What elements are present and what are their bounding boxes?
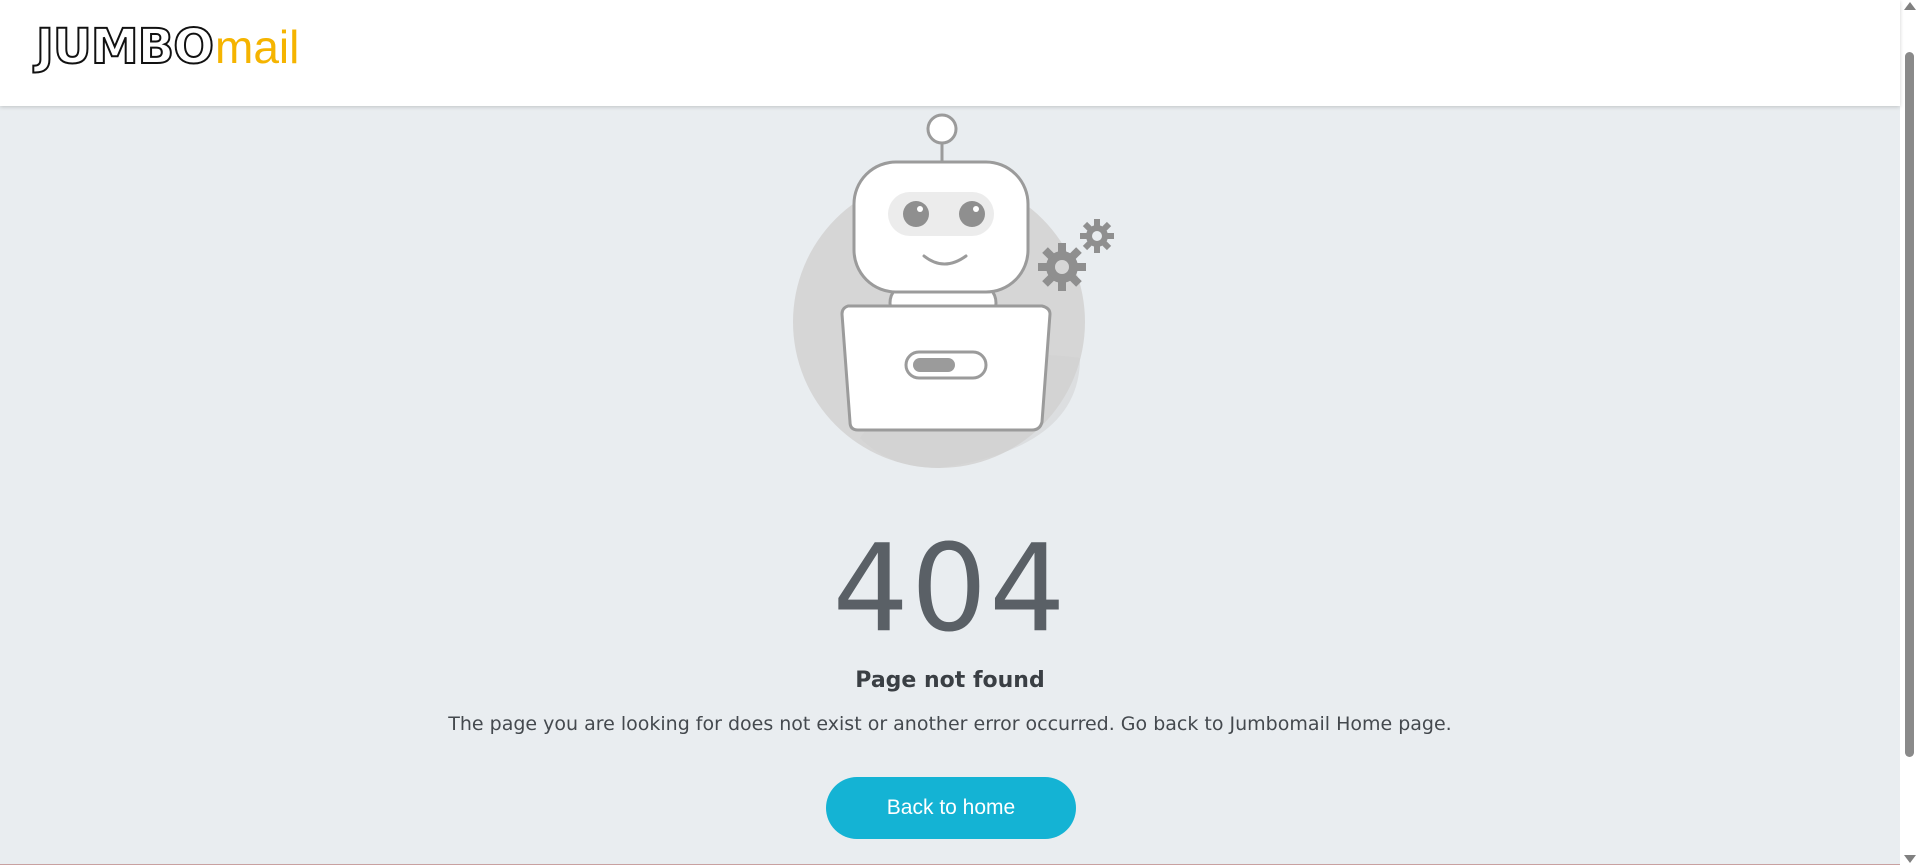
jumbomail-logo[interactable]: JUMBO mail: [35, 19, 300, 75]
vertical-scrollbar[interactable]: [1900, 0, 1918, 865]
error-description: The page you are looking for does not ex…: [448, 713, 1452, 735]
logo-mail-text: mail: [215, 21, 300, 73]
error-code: 404: [832, 520, 1068, 659]
error-title: Page not found: [855, 668, 1045, 693]
scroll-up-arrow-icon[interactable]: [1904, 2, 1916, 10]
scroll-down-arrow-icon[interactable]: [1904, 855, 1916, 863]
logo-jumbo-text: JUMBO: [35, 19, 215, 75]
scrollbar-thumb[interactable]: [1905, 52, 1914, 757]
error-page: JUMBO mail 404 Page not found The page y…: [0, 0, 1900, 865]
back-to-home-button[interactable]: Back to home: [826, 777, 1076, 839]
gear-icon: [1080, 219, 1114, 253]
site-header: JUMBO mail: [0, 0, 1900, 106]
gear-icon: [1038, 243, 1086, 291]
robot-illustration: [780, 108, 1120, 482]
